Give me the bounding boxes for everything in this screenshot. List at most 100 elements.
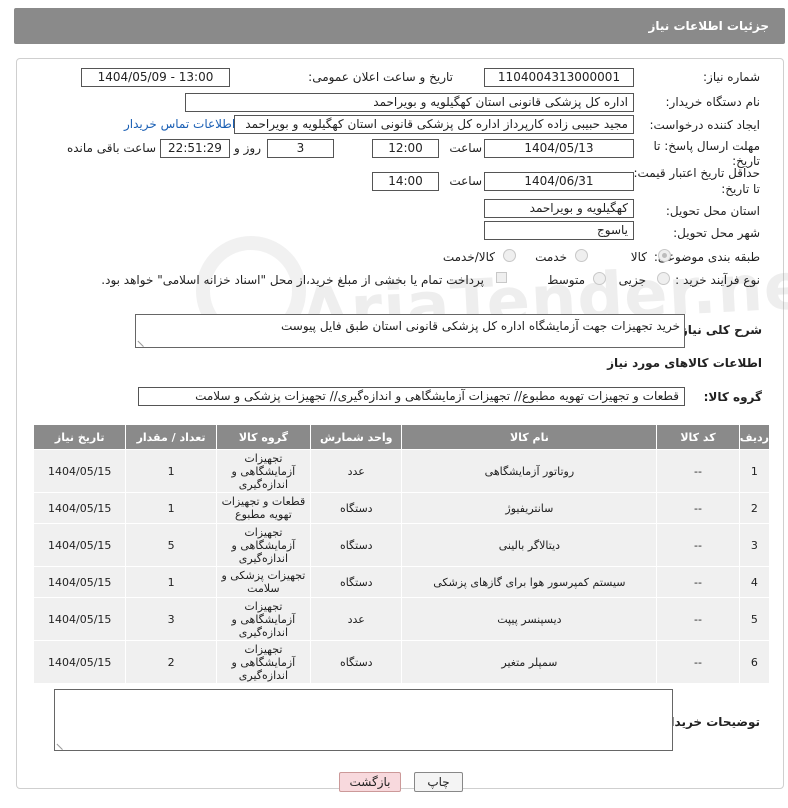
back-button[interactable]: بازگشت [339,772,401,792]
deadline-time-field: 12:00 [372,139,439,158]
page-title: جزئیات اطلاعات نیاز [648,19,769,33]
description-label: شرح کلی نیاز: [676,323,762,337]
announce-label: تاریخ و ساعت اعلان عمومی: [308,70,453,84]
process-option-medium: متوسط [547,273,585,287]
category-option-goods-service: کالا/خدمت [442,250,495,264]
cell-item-name: سیستم کمپرسور هوا برای گازهای پزشکی [401,566,658,598]
description-text: خرید تجهیزات جهت آزمایشگاه اداره کل پزشک… [281,319,680,333]
days-label: روز و [234,141,261,155]
creator-label: ایجاد کننده درخواست: [649,118,760,132]
table-header-row: ردیف کد کالا نام کالا واحد شمارش گروه کا… [32,424,771,450]
cell-quantity: 1 [125,449,217,493]
process-radio-medium[interactable] [593,272,606,285]
cell-need-date: 1404/05/15 [32,640,127,684]
table-row: 6 -- سمپلر متغیر دستگاه تجهیزات آزمایشگا… [32,640,771,684]
buyer-org-label: نام دستگاه خریدار: [665,95,761,109]
cell-unit: عدد [310,449,403,493]
city-label: شهر محل تحویل: [673,226,760,240]
header-group: گروه کالا [215,424,312,450]
creator-field: مجید حبیبی زاده کارپرداز اداره کل پزشکی … [234,115,634,134]
header-item-code: کد کالا [656,424,740,450]
cell-quantity: 1 [125,566,217,598]
cell-unit: دستگاه [310,492,403,524]
deadline-label-1: مهلت ارسال پاسخ: تا [653,139,760,153]
goods-group-label: گروه کالا: [703,390,762,404]
header-row-number: ردیف [738,424,771,450]
validity-time-field: 14:00 [372,172,439,191]
process-option-minor: جزیی [618,273,646,287]
province-field: کهگیلویه و بویراحمد [484,199,634,218]
buyer-notes-textarea[interactable] [54,689,673,751]
table-row: 2 -- سانتریفیوژ دستگاه قطعات و تجهیزات ت… [32,492,771,524]
payment-checkbox[interactable] [496,272,507,283]
cell-item-name: دیسپنسر پیپت [401,597,658,641]
table-row: 5 -- دیسپنسر پیپت عدد تجهیزات آزمایشگاهی… [32,597,771,641]
description-textarea[interactable]: خرید تجهیزات جهت آزمایشگاه اداره کل پزشک… [135,314,685,348]
cell-item-code: -- [656,449,740,493]
need-number-label: شماره نیاز: [703,70,760,84]
resize-grip-icon[interactable] [137,334,150,348]
cell-item-code: -- [656,597,740,641]
header-unit: واحد شمارش [310,424,403,450]
buyer-org-field: اداره کل پزشکی قانونی استان کهگیلویه و ب… [185,93,634,112]
cell-item-name: روتاتور آزمایشگاهی [401,449,658,493]
cell-unit: عدد [310,597,403,641]
buyer-notes-label: توضیحات خریدار: [658,715,760,729]
validity-label-2: تا تاریخ: [721,182,760,196]
cell-quantity: 5 [125,523,217,567]
remaining-label: ساعت باقی مانده [66,141,156,155]
cell-unit: دستگاه [310,640,403,684]
payment-note: پرداخت تمام یا بخشی از مبلغ خرید،از محل … [101,273,484,287]
cell-need-date: 1404/05/15 [32,492,127,524]
cell-item-code: -- [656,492,740,524]
cell-group: تجهیزات آزمایشگاهی و اندازه‌گیری [215,597,312,641]
cell-unit: دستگاه [310,566,403,598]
validity-label-1: حداقل تاریخ اعتبار قیمت: [633,166,760,180]
deadline-time-label: ساعت [449,141,482,155]
resize-grip-icon[interactable] [56,737,69,751]
province-label: استان محل تحویل: [665,204,760,218]
header-need-date: تاریخ نیاز [32,424,127,450]
city-field: یاسوج [484,221,634,240]
cell-item-name: سمپلر متغیر [401,640,658,684]
buyer-contact-link[interactable]: اطلاعات تماس خریدار [124,117,235,131]
cell-unit: دستگاه [310,523,403,567]
remaining-time-field: 22:51:29 [160,139,230,158]
validity-date-field: 1404/06/31 [484,172,634,191]
category-option-goods: کالا [630,250,647,264]
category-option-service: خدمت [535,250,567,264]
cell-row-number: 6 [738,640,771,684]
category-radio-service[interactable] [575,249,588,262]
page-header: جزئیات اطلاعات نیاز [14,8,785,44]
cell-row-number: 5 [738,597,771,641]
cell-quantity: 2 [125,640,217,684]
header-item-name: نام کالا [401,424,658,450]
print-button[interactable]: چاپ [414,772,463,792]
cell-row-number: 2 [738,492,771,524]
process-radio-minor[interactable] [657,272,670,285]
cell-item-code: -- [656,640,740,684]
cell-quantity: 1 [125,492,217,524]
header-quantity: تعداد / مقدار [125,424,217,450]
cell-group: تجهیزات آزمایشگاهی و اندازه‌گیری [215,523,312,567]
cell-group: تجهیزات آزمایشگاهی و اندازه‌گیری [215,449,312,493]
category-radio-goods[interactable] [658,249,671,262]
cell-need-date: 1404/05/15 [32,597,127,641]
deadline-date-field: 1404/05/13 [484,139,634,158]
goods-group-field: قطعات و تجهیزات تهویه مطبوع// تجهیزات آز… [138,387,685,406]
cell-item-name: دیتالاگر بالینی [401,523,658,567]
cell-group: تجهیزات آزمایشگاهی و اندازه‌گیری [215,640,312,684]
cell-row-number: 4 [738,566,771,598]
need-number-field: 1104004313000001 [484,68,634,87]
goods-info-title: اطلاعات کالاهای مورد نیاز [607,356,762,370]
cell-need-date: 1404/05/15 [32,523,127,567]
days-field: 3 [267,139,334,158]
announce-field: 1404/05/09 - 13:00 [81,68,230,87]
cell-row-number: 1 [738,449,771,493]
process-label: نوع فرآیند خرید : [675,273,760,287]
table-row: 4 -- سیستم کمپرسور هوا برای گازهای پزشکی… [32,566,771,598]
category-radio-goods-service[interactable] [503,249,516,262]
cell-group: قطعات و تجهیزات تهویه مطبوع [215,492,312,524]
cell-item-name: سانتریفیوژ [401,492,658,524]
cell-item-code: -- [656,566,740,598]
